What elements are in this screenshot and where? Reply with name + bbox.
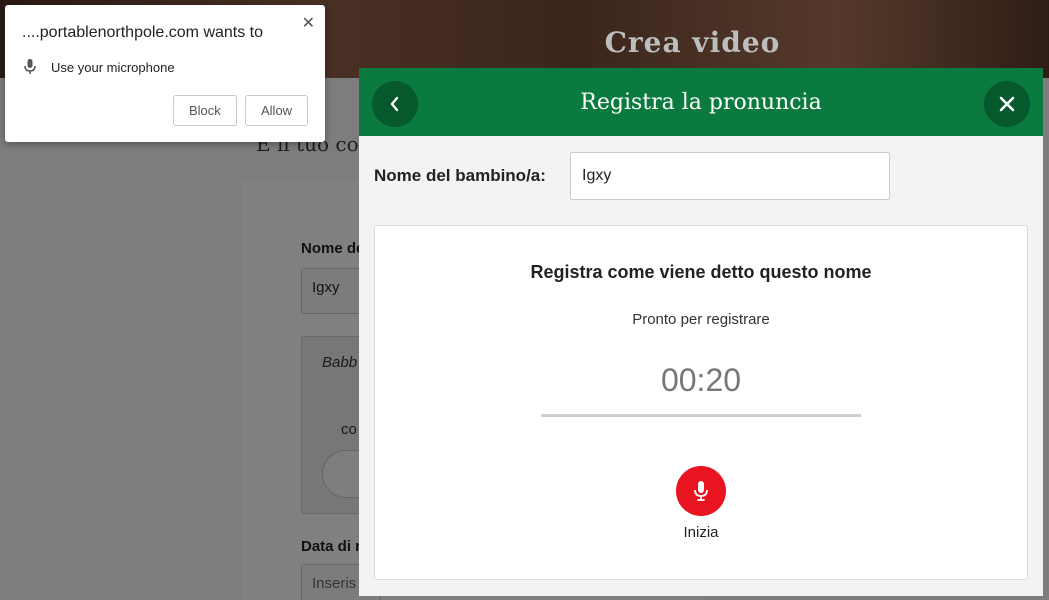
bg-co-text: co xyxy=(341,421,357,438)
record-status: Pronto per registrare xyxy=(632,311,770,328)
record-heading: Registra come viene detto questo nome xyxy=(530,262,872,282)
child-name-label: Nome del bambino/a: xyxy=(374,166,546,185)
start-label: Inizia xyxy=(683,524,719,541)
microphone-permission-prompt: ....portablenorthpole.com wants to ✕ Use… xyxy=(5,5,325,142)
close-icon xyxy=(999,96,1015,112)
permission-request-text: Use your microphone xyxy=(51,59,175,75)
record-progress-bar xyxy=(541,414,861,417)
permission-title: ....portablenorthpole.com wants to xyxy=(22,24,264,41)
record-timer: 00:20 xyxy=(660,362,742,398)
bg-italic-text: Babb xyxy=(322,354,358,371)
modal-title: Registra la pronuncia xyxy=(580,90,822,115)
bg-name-label: Nome de xyxy=(301,240,365,257)
block-button[interactable]: Block xyxy=(173,95,237,126)
bg-date-label: Data di r xyxy=(301,538,362,555)
microphone-icon xyxy=(24,59,36,74)
child-name-input[interactable] xyxy=(570,152,890,200)
record-card: Registra come viene detto questo nome Pr… xyxy=(374,225,1028,580)
modal-header: Registra la pronuncia xyxy=(359,68,1043,136)
allow-button[interactable]: Allow xyxy=(245,95,309,126)
record-pronunciation-modal: Registra la pronuncia Nome del bambino/a… xyxy=(359,68,1043,596)
close-button[interactable] xyxy=(984,81,1030,127)
permission-close-icon[interactable]: ✕ xyxy=(302,13,315,33)
permission-request-row: Use your microphone xyxy=(23,58,175,76)
record-button[interactable] xyxy=(676,466,726,516)
microphone-icon xyxy=(694,481,708,501)
